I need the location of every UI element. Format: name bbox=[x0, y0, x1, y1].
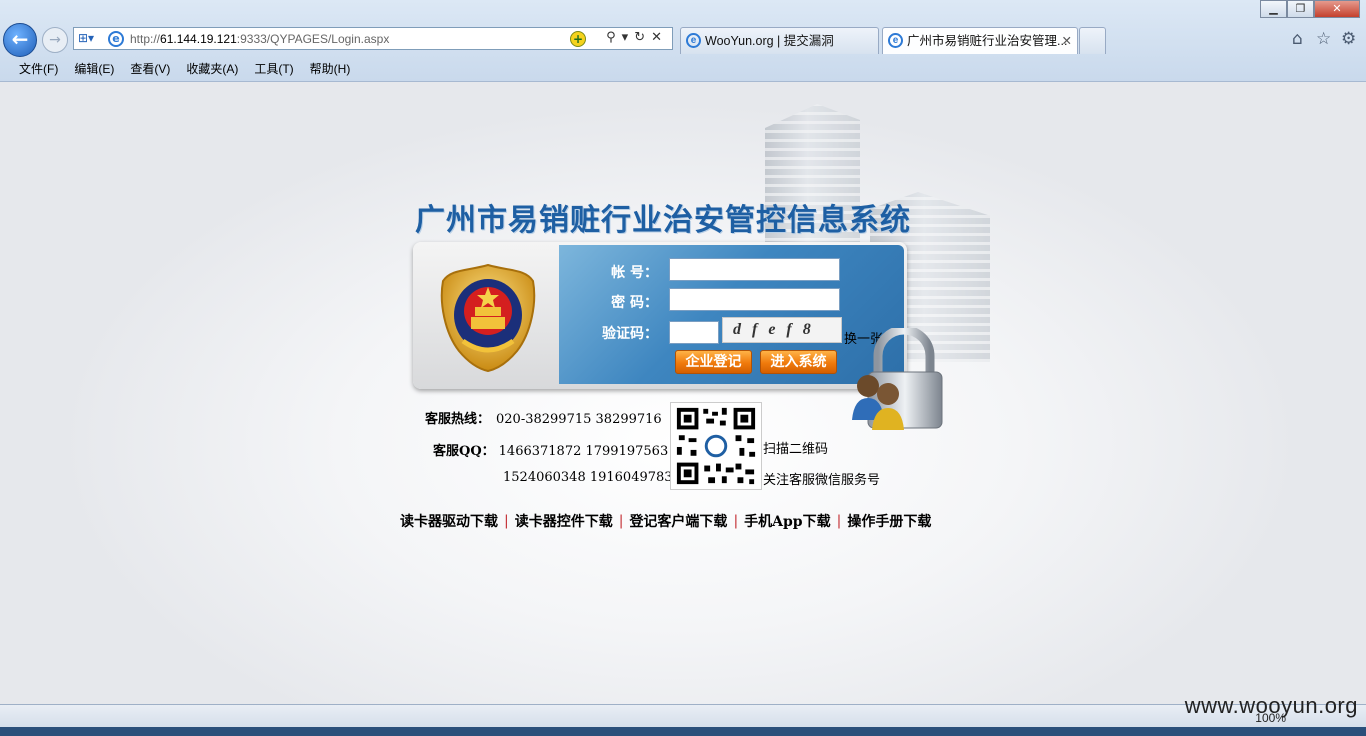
watermark: www.wooyun.org bbox=[1184, 693, 1358, 718]
page-title: 广州市易销赃行业治安管控信息系统 bbox=[415, 203, 911, 238]
qq-numbers-line2: 1524060348 1916049783 bbox=[503, 470, 673, 485]
menu-edit[interactable]: 编辑(E) bbox=[66, 56, 122, 78]
download-links: 读卡器驱动下载 | 读卡器控件下载 | 登记客户端下载 | 手机App下载 | … bbox=[400, 511, 931, 531]
menu-tools[interactable]: 工具(T) bbox=[246, 56, 301, 78]
qr-caption-scan: 扫描二维码 bbox=[763, 442, 829, 457]
mobile-app-link[interactable]: 手机App下载 bbox=[744, 511, 830, 531]
enter-system-button[interactable]: 进入系统 bbox=[760, 350, 837, 374]
menu-bar: 文件(F) 编辑(E) 查看(V) 收藏夹(A) 工具(T) 帮助(H) bbox=[0, 56, 1366, 78]
page-content bbox=[0, 82, 1366, 704]
hotline: 客服热线： 020-38299715 38299716 bbox=[425, 408, 662, 427]
minimize-button[interactable]: ▁ bbox=[1260, 0, 1287, 18]
link-separator: | bbox=[618, 513, 624, 529]
add-to-favorites-icon[interactable]: ⊞▾ bbox=[78, 30, 104, 47]
ie-page-icon: e bbox=[108, 31, 124, 47]
link-separator: | bbox=[836, 513, 842, 529]
password-label: 密 码： bbox=[611, 295, 658, 311]
stop-icon[interactable]: ✕ bbox=[651, 30, 668, 45]
account-input[interactable] bbox=[669, 258, 840, 281]
back-button[interactable]: ← bbox=[3, 23, 37, 57]
gear-icon[interactable]: ⚙ bbox=[1341, 29, 1356, 49]
manual-download-link[interactable]: 操作手册下载 bbox=[847, 511, 931, 531]
tab-login[interactable]: e 广州市易销赃行业治安管理... ✕ bbox=[882, 27, 1078, 54]
compatibility-view-icon[interactable]: + bbox=[570, 31, 586, 47]
hotline-numbers: 020-38299715 38299716 bbox=[496, 412, 662, 427]
browser-chrome: ▁ ❐ ✕ ← → ⊞▾ e http://61.144.19.121:9333… bbox=[0, 0, 1366, 82]
client-download-link[interactable]: 登记客户端下载 bbox=[629, 511, 727, 531]
register-button[interactable]: 企业登记 bbox=[675, 350, 752, 374]
menu-view[interactable]: 查看(V) bbox=[122, 56, 178, 78]
tab-label: 广州市易销赃行业治安管理... bbox=[907, 34, 1068, 48]
maximize-button[interactable]: ❐ bbox=[1287, 0, 1314, 18]
close-window-button[interactable]: ✕ bbox=[1314, 0, 1360, 18]
menu-help[interactable]: 帮助(H) bbox=[302, 56, 359, 78]
password-input[interactable] bbox=[669, 288, 840, 311]
home-icon[interactable]: ⌂ bbox=[1292, 29, 1303, 49]
favorites-star-icon[interactable]: ☆ bbox=[1316, 29, 1331, 49]
tab-label: WooYun.org | 提交漏洞 bbox=[705, 34, 834, 48]
account-label: 帐 号： bbox=[611, 265, 658, 281]
qq-label: 客服QQ： bbox=[433, 444, 495, 459]
link-separator: | bbox=[504, 513, 509, 529]
wechat-qr-code-icon bbox=[670, 402, 762, 490]
refresh-icon[interactable]: ↻ bbox=[634, 30, 651, 45]
card-reader-control-link[interactable]: 读卡器控件下载 bbox=[515, 511, 613, 531]
forward-button[interactable]: → bbox=[42, 27, 68, 53]
ie-tab-icon: e bbox=[686, 33, 701, 48]
qr-caption-follow: 关注客服微信服务号 bbox=[763, 473, 881, 488]
close-tab-icon[interactable]: ✕ bbox=[1062, 28, 1072, 54]
captcha-image[interactable]: dfef8 bbox=[722, 317, 842, 343]
police-emblem-icon bbox=[440, 263, 536, 373]
menu-file[interactable]: 文件(F) bbox=[11, 56, 66, 78]
chevron-down-icon[interactable]: ▾ bbox=[622, 30, 635, 45]
hotline-label: 客服热线： bbox=[425, 412, 491, 427]
new-tab-button[interactable] bbox=[1079, 27, 1106, 54]
captcha-input[interactable] bbox=[669, 321, 719, 344]
captcha-label: 验证码： bbox=[602, 326, 658, 342]
taskbar bbox=[0, 727, 1366, 736]
padlock-users-icon bbox=[852, 328, 943, 430]
ie-tab-icon: e bbox=[888, 33, 903, 48]
tab-wooyun[interactable]: e WooYun.org | 提交漏洞 bbox=[680, 27, 879, 54]
window-controls: ▁ ❐ ✕ bbox=[1260, 0, 1360, 18]
link-separator: | bbox=[733, 513, 739, 529]
address-url[interactable]: http://61.144.19.121:9333/QYPAGES/Login.… bbox=[130, 32, 389, 46]
card-reader-driver-link[interactable]: 读卡器驱动下载 bbox=[400, 511, 498, 531]
qq-numbers-line1: 1466371872 1799197563 bbox=[498, 444, 669, 459]
search-icon[interactable]: ⚲ bbox=[606, 30, 622, 45]
menu-favorites[interactable]: 收藏夹(A) bbox=[178, 56, 246, 78]
address-bar[interactable]: ⊞▾ e http://61.144.19.121:9333/QYPAGES/L… bbox=[73, 27, 673, 50]
qq-support: 客服QQ： 1466371872 1799197563 bbox=[433, 440, 668, 459]
address-tools: ⚲▾↻✕ bbox=[606, 30, 668, 45]
